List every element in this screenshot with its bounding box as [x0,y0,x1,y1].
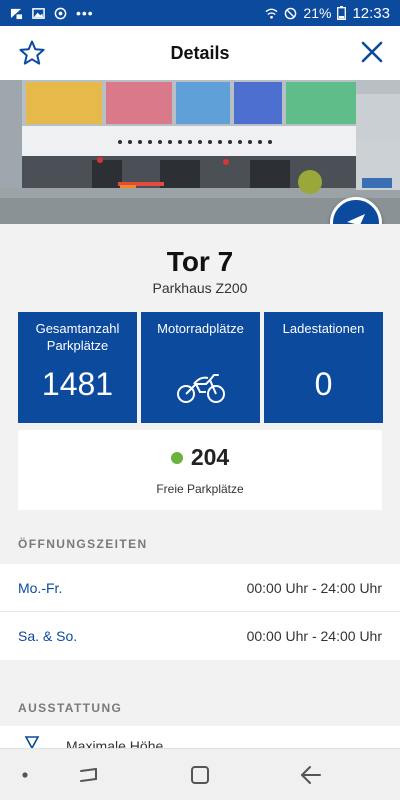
total-spaces-card: Gesamtanzahl Parkplätze 1481 [18,312,137,423]
availability-dot [170,451,183,464]
star-outline-icon[interactable] [18,39,46,67]
equipment-item: Maximale Höhe [66,738,164,748]
hours-time: 00:00 Uhr - 24:00 Uhr [246,579,382,596]
recent-apps-icon[interactable] [76,762,102,788]
list-item: Mo.-Fr. 00:00 Uhr - 24:00 Uhr [0,564,400,612]
more-dots-icon: ••• [76,5,94,21]
charging-stations-label: Ladestationen [282,321,365,336]
parking-info: Tor 7 Parkhaus Z200 Gesamtanzahl Parkplä… [0,224,400,520]
hours-day: Mo.-Fr. [18,579,63,596]
battery-icon [337,6,347,20]
equipment-list: Maximale Höhe [0,726,400,748]
list-item: Sa. & So. 00:00 Uhr - 24:00 Uhr [0,612,400,660]
height-limit-icon [24,736,40,748]
total-spaces-value: 1481 [41,366,114,402]
clock: 12:33 [352,4,390,22]
opening-hours-heading: ÖFFNUNGSZEITEN [18,537,148,551]
status-bar: ••• 21% 12:33 [0,0,400,26]
free-spaces-label: Freie Parkplätze [156,482,244,496]
free-spaces-value: 204 [190,444,230,470]
sync-icon [54,7,67,19]
system-nav-bar [0,748,400,800]
close-icon[interactable] [360,40,384,64]
gallery-icon [32,7,45,19]
hours-day: Sa. & So. [18,628,78,644]
equipment-heading: AUSSTATTUNG [18,701,123,715]
total-spaces-label: Gesamtanzahl Parkplätze [35,321,120,353]
home-icon[interactable] [187,762,213,788]
motorcycle-spaces-label: Motorradplätze [157,321,244,336]
battery-percent: 21% [303,5,332,21]
do-not-disturb-icon [285,7,297,19]
location-name: Tor 7 [166,246,234,277]
charging-stations-value: 0 [314,366,333,402]
motorcycle-icon [177,374,225,403]
back-icon[interactable] [298,762,324,788]
motorcycle-spaces-card: Motorradplätze [141,312,260,423]
free-spaces-card: 204 Freie Parkplätze [18,430,382,510]
opening-hours-list: Mo.-Fr. 00:00 Uhr - 24:00 Uhr Sa. & So. … [0,564,400,660]
dot-icon[interactable] [12,762,38,788]
notification-icon [10,8,23,19]
page-title: Details [170,42,230,63]
app-bar: Details [0,26,400,80]
location-subtitle: Parkhaus Z200 [152,280,248,296]
hours-time: 00:00 Uhr - 24:00 Uhr [246,628,382,644]
charging-stations-card: Ladestationen 0 [264,312,383,423]
wifi-icon [265,8,278,19]
